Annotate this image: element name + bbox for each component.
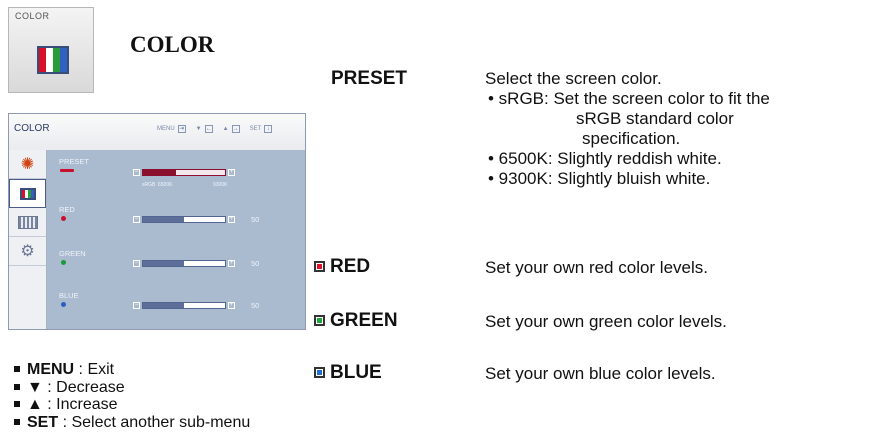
brightness-icon: ✺ bbox=[9, 150, 46, 179]
osd-body: PRESET − + sRGB 6500K 9300K RED − +50 GREEN… bbox=[47, 150, 305, 329]
osd-title: COLOR bbox=[14, 123, 50, 134]
color-bars-icon bbox=[9, 179, 46, 208]
legend-text: : Exit bbox=[74, 361, 115, 378]
legend-item: ▼ : Decrease bbox=[14, 379, 250, 397]
blue-term-label: BLUE bbox=[330, 362, 382, 383]
osd-red-value: 50 bbox=[251, 215, 260, 224]
tile-label: COLOR bbox=[15, 11, 50, 21]
preset-term: PRESET bbox=[331, 68, 408, 89]
bullet-square-icon bbox=[14, 418, 20, 425]
osd-sidebar: ✺ ⚙ bbox=[9, 150, 47, 329]
color-bars-icon bbox=[37, 46, 69, 74]
osd-header: COLOR MENU ⇥ ▼ ← ▲ → SET ↓ bbox=[9, 114, 305, 150]
picture-tracking-icon bbox=[9, 208, 46, 237]
osd-preset-label: PRESET bbox=[59, 157, 90, 166]
preset-bullet-srgb-line3: specification. bbox=[582, 129, 681, 148]
legend-text: : Select another sub-menu bbox=[58, 413, 251, 431]
osd-blue-value: 50 bbox=[251, 301, 260, 310]
red-chip-icon bbox=[314, 261, 325, 272]
page-title: COLOR bbox=[130, 32, 215, 57]
osd-blue-minus-icon: − bbox=[133, 302, 140, 309]
blue-description: Set your own blue color levels. bbox=[485, 364, 716, 383]
preset-desc-text: Select the screen color. bbox=[485, 69, 662, 88]
preset-description: Select the screen color. • sRGB: Set the… bbox=[485, 69, 875, 189]
osd-red-label: RED bbox=[59, 205, 75, 214]
legend-key: SET bbox=[27, 413, 59, 431]
right-arrow-icon: → bbox=[231, 125, 240, 133]
preset-tick-srgb: sRGB bbox=[142, 182, 156, 188]
osd-red-minus-icon: − bbox=[133, 216, 140, 223]
osd-red-plus-icon: + bbox=[228, 216, 235, 223]
green-chip-icon bbox=[314, 315, 325, 326]
osd-blue-slider bbox=[142, 302, 226, 309]
red-term: RED bbox=[314, 256, 370, 278]
osd-panel: COLOR MENU ⇥ ▼ ← ▲ → SET ↓ ✺ ⚙ PRESET − … bbox=[8, 113, 306, 330]
preset-minus-icon: − bbox=[133, 169, 140, 176]
exit-icon: ⇥ bbox=[177, 125, 186, 133]
preset-bullet-6500k: • 6500K: Slightly reddish white. bbox=[488, 149, 722, 168]
osd-blue-dot-icon bbox=[61, 302, 66, 307]
up-arrow-icon: ▲ bbox=[222, 126, 229, 132]
osd-green-value: 50 bbox=[251, 259, 260, 268]
osd-green-plus-icon: + bbox=[228, 260, 235, 267]
osd-red-dot-icon bbox=[61, 216, 66, 221]
left-arrow-icon: ← bbox=[204, 125, 213, 133]
legend-key: ▲ bbox=[27, 396, 43, 413]
osd-blue-plus-icon: + bbox=[228, 302, 235, 309]
green-term: GREEN bbox=[314, 310, 398, 332]
blue-chip-icon bbox=[314, 367, 325, 378]
osd-green-label: GREEN bbox=[59, 249, 86, 258]
bullet-square-icon bbox=[14, 401, 20, 407]
setup-gear-icon: ⚙ bbox=[9, 237, 46, 266]
osd-green-minus-icon: − bbox=[133, 260, 140, 267]
legend-text: : Decrease bbox=[42, 378, 125, 396]
legend-key: MENU bbox=[27, 361, 75, 378]
down-arrow-icon: ▼ bbox=[195, 126, 202, 132]
preset-plus-icon: + bbox=[228, 169, 235, 176]
enter-icon: ↓ bbox=[264, 125, 273, 133]
red-term-label: RED bbox=[330, 256, 371, 277]
preset-bullet-9300k: • 9300K: Slightly bluish white. bbox=[488, 169, 711, 188]
preset-slider bbox=[142, 169, 226, 176]
preset-tick-6500k: 6500K bbox=[158, 182, 173, 188]
legend-text: : Increase bbox=[42, 396, 118, 413]
blue-term: BLUE bbox=[314, 362, 382, 384]
legend-item: SET : Select another sub-menu bbox=[14, 414, 250, 432]
osd-blue-label: BLUE bbox=[59, 291, 79, 300]
red-description: Set your own red color levels. bbox=[485, 258, 708, 277]
key-legend: MENU : Exit ▼ : Decrease ▲ : Increase SE… bbox=[14, 361, 250, 431]
preset-bullet-srgb-line2: sRGB standard color bbox=[576, 109, 734, 128]
osd-red-slider bbox=[142, 216, 226, 223]
osd-set-key-label: SET bbox=[249, 126, 262, 132]
green-term-label: GREEN bbox=[330, 310, 398, 331]
osd-key-hints: MENU ⇥ ▼ ← ▲ → SET ↓ bbox=[157, 125, 273, 133]
preset-bullet-srgb-line1: • sRGB: Set the screen color to fit the bbox=[488, 89, 770, 108]
green-description: Set your own green color levels. bbox=[485, 312, 727, 331]
bullet-square-icon bbox=[14, 383, 20, 390]
osd-green-slider bbox=[142, 260, 226, 267]
bullet-square-icon bbox=[14, 366, 20, 372]
preset-indicator bbox=[60, 169, 74, 172]
osd-menu-key-label: MENU bbox=[157, 126, 175, 132]
osd-green-dot-icon bbox=[61, 260, 66, 265]
legend-item: ▲ : Increase bbox=[14, 396, 250, 414]
legend-key: ▼ bbox=[27, 378, 43, 396]
preset-tick-9300k: 9300K bbox=[213, 182, 228, 188]
color-menu-tile: COLOR bbox=[8, 7, 94, 93]
legend-item: MENU : Exit bbox=[14, 361, 250, 379]
